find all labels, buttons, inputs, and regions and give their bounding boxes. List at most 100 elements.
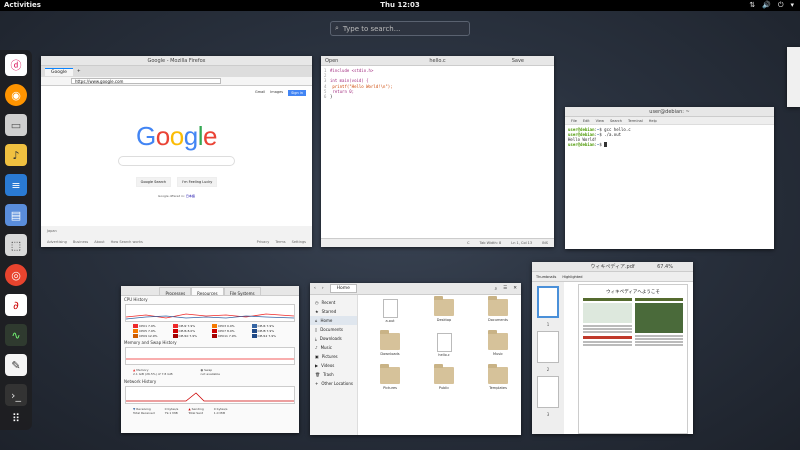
- new-tab-icon[interactable]: +: [77, 69, 81, 74]
- terminal-output[interactable]: user@debian:~$ gcc hello.c user@debian:~…: [565, 125, 774, 149]
- back-icon[interactable]: ‹: [314, 286, 316, 291]
- sidebar-item-starred[interactable]: ★ Starred: [310, 307, 357, 316]
- file-item[interactable]: hello.c: [420, 333, 468, 357]
- save-button[interactable]: Save: [512, 56, 524, 66]
- cpu-legend-item: CPU7 8.0%: [212, 329, 248, 333]
- document-viewer-window[interactable]: ウィキペディア.pdf 67.4% Thumbnails Highlighted…: [532, 262, 693, 434]
- page-thumbnail[interactable]: [537, 286, 559, 318]
- zoom-level[interactable]: 67.4%: [657, 262, 673, 272]
- memory-graph: [125, 347, 295, 365]
- system-monitor-window[interactable]: Processes Resources File Systems CPU His…: [121, 286, 299, 433]
- sidebar-item-pictures[interactable]: ▣ Pictures: [310, 352, 357, 361]
- folder-icon: [380, 330, 400, 350]
- footer-link[interactable]: How Search works: [111, 240, 143, 244]
- tab-thumbnails[interactable]: Thumbnails: [536, 275, 556, 279]
- gedit-window[interactable]: Open hello.c Save 1 #include <stdio.h> 2 …: [321, 56, 554, 247]
- monitor-icon[interactable]: ∿: [5, 324, 27, 346]
- google-search-input[interactable]: [118, 156, 235, 166]
- tab-resources[interactable]: Resources: [191, 287, 224, 296]
- tab-width-selector[interactable]: Tab Width: 8: [480, 241, 502, 245]
- language-link[interactable]: 日本語: [186, 194, 195, 198]
- file-icon: [436, 333, 452, 352]
- gedit-titlebar[interactable]: Open hello.c Save: [321, 56, 554, 66]
- document-page[interactable]: ウィキペディアへようこそ: [578, 284, 688, 434]
- menu-item[interactable]: Terminal: [628, 119, 643, 123]
- close-icon[interactable]: ✕: [513, 286, 521, 291]
- clock[interactable]: Thu 12:03: [0, 1, 800, 9]
- evince-icon[interactable]: ∂: [5, 294, 27, 316]
- files-window[interactable]: ‹ › Home ⌕ ☰ ✕ ◷ Recent ★ Starred ⌂ Home ▯ D…: [310, 283, 521, 435]
- menu-item[interactable]: File: [571, 119, 577, 123]
- folder-item[interactable]: Documents: [474, 296, 521, 323]
- disk-icon[interactable]: ▤: [5, 204, 27, 226]
- sidebar-item-home[interactable]: ⌂ Home: [310, 316, 357, 325]
- sidebar-item-recent[interactable]: ◷ Recent: [310, 298, 357, 307]
- terminal-window[interactable]: user@debian: ~ File Edit View Search Ter…: [565, 107, 774, 249]
- forward-icon[interactable]: ›: [322, 286, 324, 291]
- help-icon[interactable]: ◎: [5, 264, 27, 286]
- footer-link[interactable]: Settings: [292, 240, 306, 244]
- folder-item[interactable]: Desktop: [420, 296, 468, 323]
- google-search-button[interactable]: Google Search: [135, 177, 172, 187]
- firefox-tab[interactable]: Google: [45, 67, 73, 76]
- file-item[interactable]: a.out: [366, 299, 414, 323]
- sidebar-item-downloads[interactable]: ⤓ Downloads: [310, 334, 357, 343]
- terminal-icon[interactable]: ›_: [5, 384, 27, 406]
- gmail-link[interactable]: Gmail: [255, 90, 265, 96]
- footer-link[interactable]: Privacy: [257, 240, 270, 244]
- terminal-titlebar[interactable]: user@debian: ~: [565, 107, 774, 117]
- search-icon[interactable]: ⌕: [495, 286, 498, 292]
- files-icon[interactable]: ▭: [5, 114, 27, 136]
- page-thumbnail[interactable]: [537, 376, 559, 408]
- sidebar-item-videos[interactable]: ▶ Videos: [310, 361, 357, 370]
- folder-item[interactable]: Music: [474, 330, 521, 357]
- menu-item[interactable]: Edit: [583, 119, 590, 123]
- folder-icon: [488, 296, 508, 316]
- menu-item[interactable]: Search: [610, 119, 622, 123]
- open-button[interactable]: Open: [325, 56, 338, 66]
- rhythmbox-icon[interactable]: ♪: [5, 144, 27, 166]
- tab-highlighted[interactable]: Highlighted: [562, 275, 582, 279]
- files-headerbar: ‹ › Home ⌕ ☰ ✕: [310, 283, 521, 295]
- sidebar-item-other-locations[interactable]: + Other Locations: [310, 379, 357, 388]
- tab-processes[interactable]: Processes: [159, 287, 192, 296]
- url-bar[interactable]: https://www.google.com: [71, 78, 221, 84]
- folder-item[interactable]: Downloads: [366, 330, 414, 357]
- firefox-window[interactable]: Google - Mozilla Firefox Google + https:…: [41, 56, 312, 247]
- footer-link[interactable]: Terms: [275, 240, 285, 244]
- sidebar-item-documents[interactable]: ▯ Documents: [310, 325, 357, 334]
- page-thumbnail[interactable]: [537, 331, 559, 363]
- file-icon: [382, 299, 398, 318]
- images-link[interactable]: Images: [270, 90, 283, 96]
- footer-link[interactable]: Advertising: [47, 240, 67, 244]
- folder-item[interactable]: Templates: [474, 364, 521, 390]
- menu-item[interactable]: Help: [649, 119, 657, 123]
- footer-link[interactable]: Business: [73, 240, 88, 244]
- footer-link[interactable]: About: [94, 240, 104, 244]
- search-input[interactable]: ⌕ Type to search...: [330, 21, 470, 36]
- sidebar-item-music[interactable]: ♪ Music: [310, 343, 357, 352]
- firefox-icon[interactable]: ◉: [5, 84, 27, 106]
- evince-titlebar[interactable]: ウィキペディア.pdf 67.4%: [532, 262, 693, 272]
- cursor-position[interactable]: Ln 1, Col 13: [511, 241, 532, 245]
- debian-icon[interactable]: ⓓ: [5, 54, 27, 76]
- folder-item[interactable]: Public: [420, 364, 468, 390]
- signin-button[interactable]: Sign in: [288, 90, 306, 96]
- code-editor[interactable]: 1 #include <stdio.h> 2 3 int main(void) { …: [321, 66, 554, 101]
- language-selector[interactable]: C: [467, 241, 469, 245]
- path-bar-home[interactable]: Home: [329, 284, 357, 293]
- folder-item[interactable]: Pictures: [366, 364, 414, 390]
- firefox-titlebar[interactable]: Google - Mozilla Firefox: [41, 56, 312, 66]
- menu-item[interactable]: View: [596, 119, 604, 123]
- tab-file-systems[interactable]: File Systems: [223, 287, 261, 296]
- gedit-icon[interactable]: ✎: [5, 354, 27, 376]
- view-toggle-icon[interactable]: ☰: [503, 286, 507, 291]
- memory-value: 2.1 GiB (26.5%) of 7.8 GiB: [133, 372, 173, 376]
- app-grid-icon[interactable]: ⠿: [5, 407, 27, 429]
- feeling-lucky-button[interactable]: I'm Feeling Lucky: [177, 177, 218, 187]
- software-icon[interactable]: ⬚: [5, 234, 27, 256]
- writer-icon[interactable]: ≡: [5, 174, 27, 196]
- system-tray[interactable]: ⇅ 🔊 ⏻ ▾: [749, 1, 794, 10]
- offscreen-window[interactable]: [787, 47, 800, 107]
- sidebar-item-trash[interactable]: 🗑 Trash: [310, 370, 357, 379]
